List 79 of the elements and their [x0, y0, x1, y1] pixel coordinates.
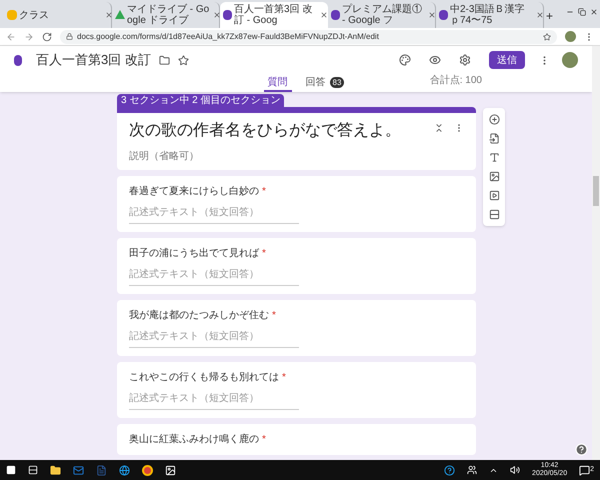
- help-icon[interactable]: [444, 464, 456, 476]
- required-mark: *: [262, 433, 266, 447]
- form-title: 百人一首第3回 改訂: [36, 51, 151, 70]
- document-icon[interactable]: [96, 464, 107, 476]
- profile-avatar[interactable]: [565, 31, 576, 42]
- scrollbar-thumb[interactable]: [593, 176, 599, 206]
- forward-icon[interactable]: [24, 32, 34, 42]
- answer-field[interactable]: 記述式テキスト（短文回答）: [129, 391, 299, 410]
- form-icon: [331, 10, 340, 20]
- browser-tab[interactable]: 中2-3国語Ｂ漢字ｐ74〜75: [436, 2, 544, 28]
- tab-title: マイドライブ - Google ドライブ: [127, 4, 210, 26]
- triangle-icon: [115, 10, 125, 20]
- answer-field[interactable]: 記述式テキスト（短文回答）: [129, 205, 299, 224]
- close-icon[interactable]: [536, 11, 544, 19]
- section-description: 説明（省略可）: [129, 150, 200, 164]
- volume-icon[interactable]: [510, 465, 520, 475]
- people-icon[interactable]: [467, 465, 478, 475]
- import-icon[interactable]: [488, 133, 500, 144]
- star-icon[interactable]: [543, 32, 551, 40]
- tab-title: プレミアム課題① - Google フ: [342, 4, 423, 26]
- section-label: 3 セクション中 2 個目のセクション: [117, 94, 284, 107]
- browser-tab[interactable]: 百人一首第3回 改訂 - Goog: [220, 2, 328, 28]
- form-tab[interactable]: 回答 83: [302, 74, 348, 92]
- classroom-icon: [7, 10, 17, 20]
- section-title: 次の歌の作者名をひらがなで答えよ。: [129, 120, 402, 141]
- back-icon[interactable]: [6, 32, 16, 42]
- browser-tab[interactable]: マイドライブ - Google ドライブ: [112, 2, 220, 28]
- video-icon[interactable]: [488, 190, 500, 201]
- notification-icon[interactable]: [579, 464, 590, 476]
- question-label: 春過ぎて夏来にけらし白妙の: [129, 184, 259, 199]
- new-tab-button[interactable]: +: [546, 10, 554, 22]
- image-icon[interactable]: [488, 171, 500, 182]
- close-icon[interactable]: [213, 11, 221, 19]
- question-label: 奥山に紅葉ふみわけ鳴く鹿の: [129, 432, 259, 447]
- form-icon: [14, 54, 22, 66]
- text-icon[interactable]: [488, 152, 500, 163]
- lock-icon: [66, 33, 73, 40]
- total-points: 合計点: 100: [430, 74, 482, 88]
- required-mark: *: [262, 185, 266, 199]
- close-icon[interactable]: [105, 11, 113, 19]
- restore-icon[interactable]: [578, 8, 586, 16]
- send-button[interactable]: 送信: [489, 51, 525, 69]
- palette-icon[interactable]: [399, 54, 411, 66]
- required-mark: *: [262, 247, 266, 261]
- required-mark: *: [282, 371, 286, 385]
- star-icon[interactable]: [178, 54, 189, 66]
- required-mark: *: [272, 309, 276, 323]
- collapse-icon[interactable]: [434, 123, 444, 133]
- answer-field[interactable]: 記述式テキスト（短文回答）: [129, 267, 299, 286]
- folder-icon[interactable]: [158, 54, 170, 66]
- url-text: docs.google.com/forms/d/1d87eeAiUa_kk7Zx87ew-Fauld3BeMiFVNupZDJt-AnM/edit: [77, 30, 379, 42]
- mail-icon[interactable]: [73, 464, 84, 476]
- add-icon[interactable]: [488, 114, 500, 125]
- question-label: 我が庵は都のたつみしかぞ住む: [129, 308, 269, 323]
- browser-tab[interactable]: クラス: [4, 2, 112, 28]
- question-label: これやこの行くも帰るも別れては: [129, 371, 279, 385]
- close-icon[interactable]: [320, 11, 328, 19]
- circle-app-icon[interactable]: [142, 464, 153, 476]
- tab-title: 百人一首第3回 改訂 - Goog: [234, 4, 314, 26]
- question-label: 田子の浦にうち出でて見れば: [129, 246, 259, 261]
- preview-icon[interactable]: [429, 54, 441, 66]
- close-icon[interactable]: [590, 8, 598, 16]
- task-view-icon[interactable]: [28, 465, 38, 475]
- address-bar[interactable]: docs.google.com/forms/d/1d87eeAiUa_kk7Zx87ew-Fauld3BeMiFVNupZDJt-AnM/edit: [60, 30, 557, 44]
- browser-tab[interactable]: プレミアム課題① - Google フ: [328, 2, 436, 28]
- form-tab[interactable]: 質問: [264, 74, 292, 92]
- form-icon: [439, 10, 448, 20]
- answer-field[interactable]: 記述式テキスト（短文回答）: [129, 329, 299, 348]
- form-icon: [223, 10, 232, 20]
- section-icon[interactable]: [488, 209, 500, 220]
- tab-title: 中2-3国語Ｂ漢字ｐ74〜75: [450, 4, 526, 26]
- globe-icon[interactable]: [119, 464, 130, 476]
- tab-title: クラス: [19, 10, 50, 20]
- reload-icon[interactable]: [42, 32, 52, 42]
- account-avatar[interactable]: [562, 52, 578, 68]
- count-badge: 83: [330, 76, 344, 88]
- close-icon[interactable]: [428, 11, 436, 19]
- settings-icon[interactable]: [459, 54, 471, 66]
- start-icon[interactable]: [6, 465, 16, 475]
